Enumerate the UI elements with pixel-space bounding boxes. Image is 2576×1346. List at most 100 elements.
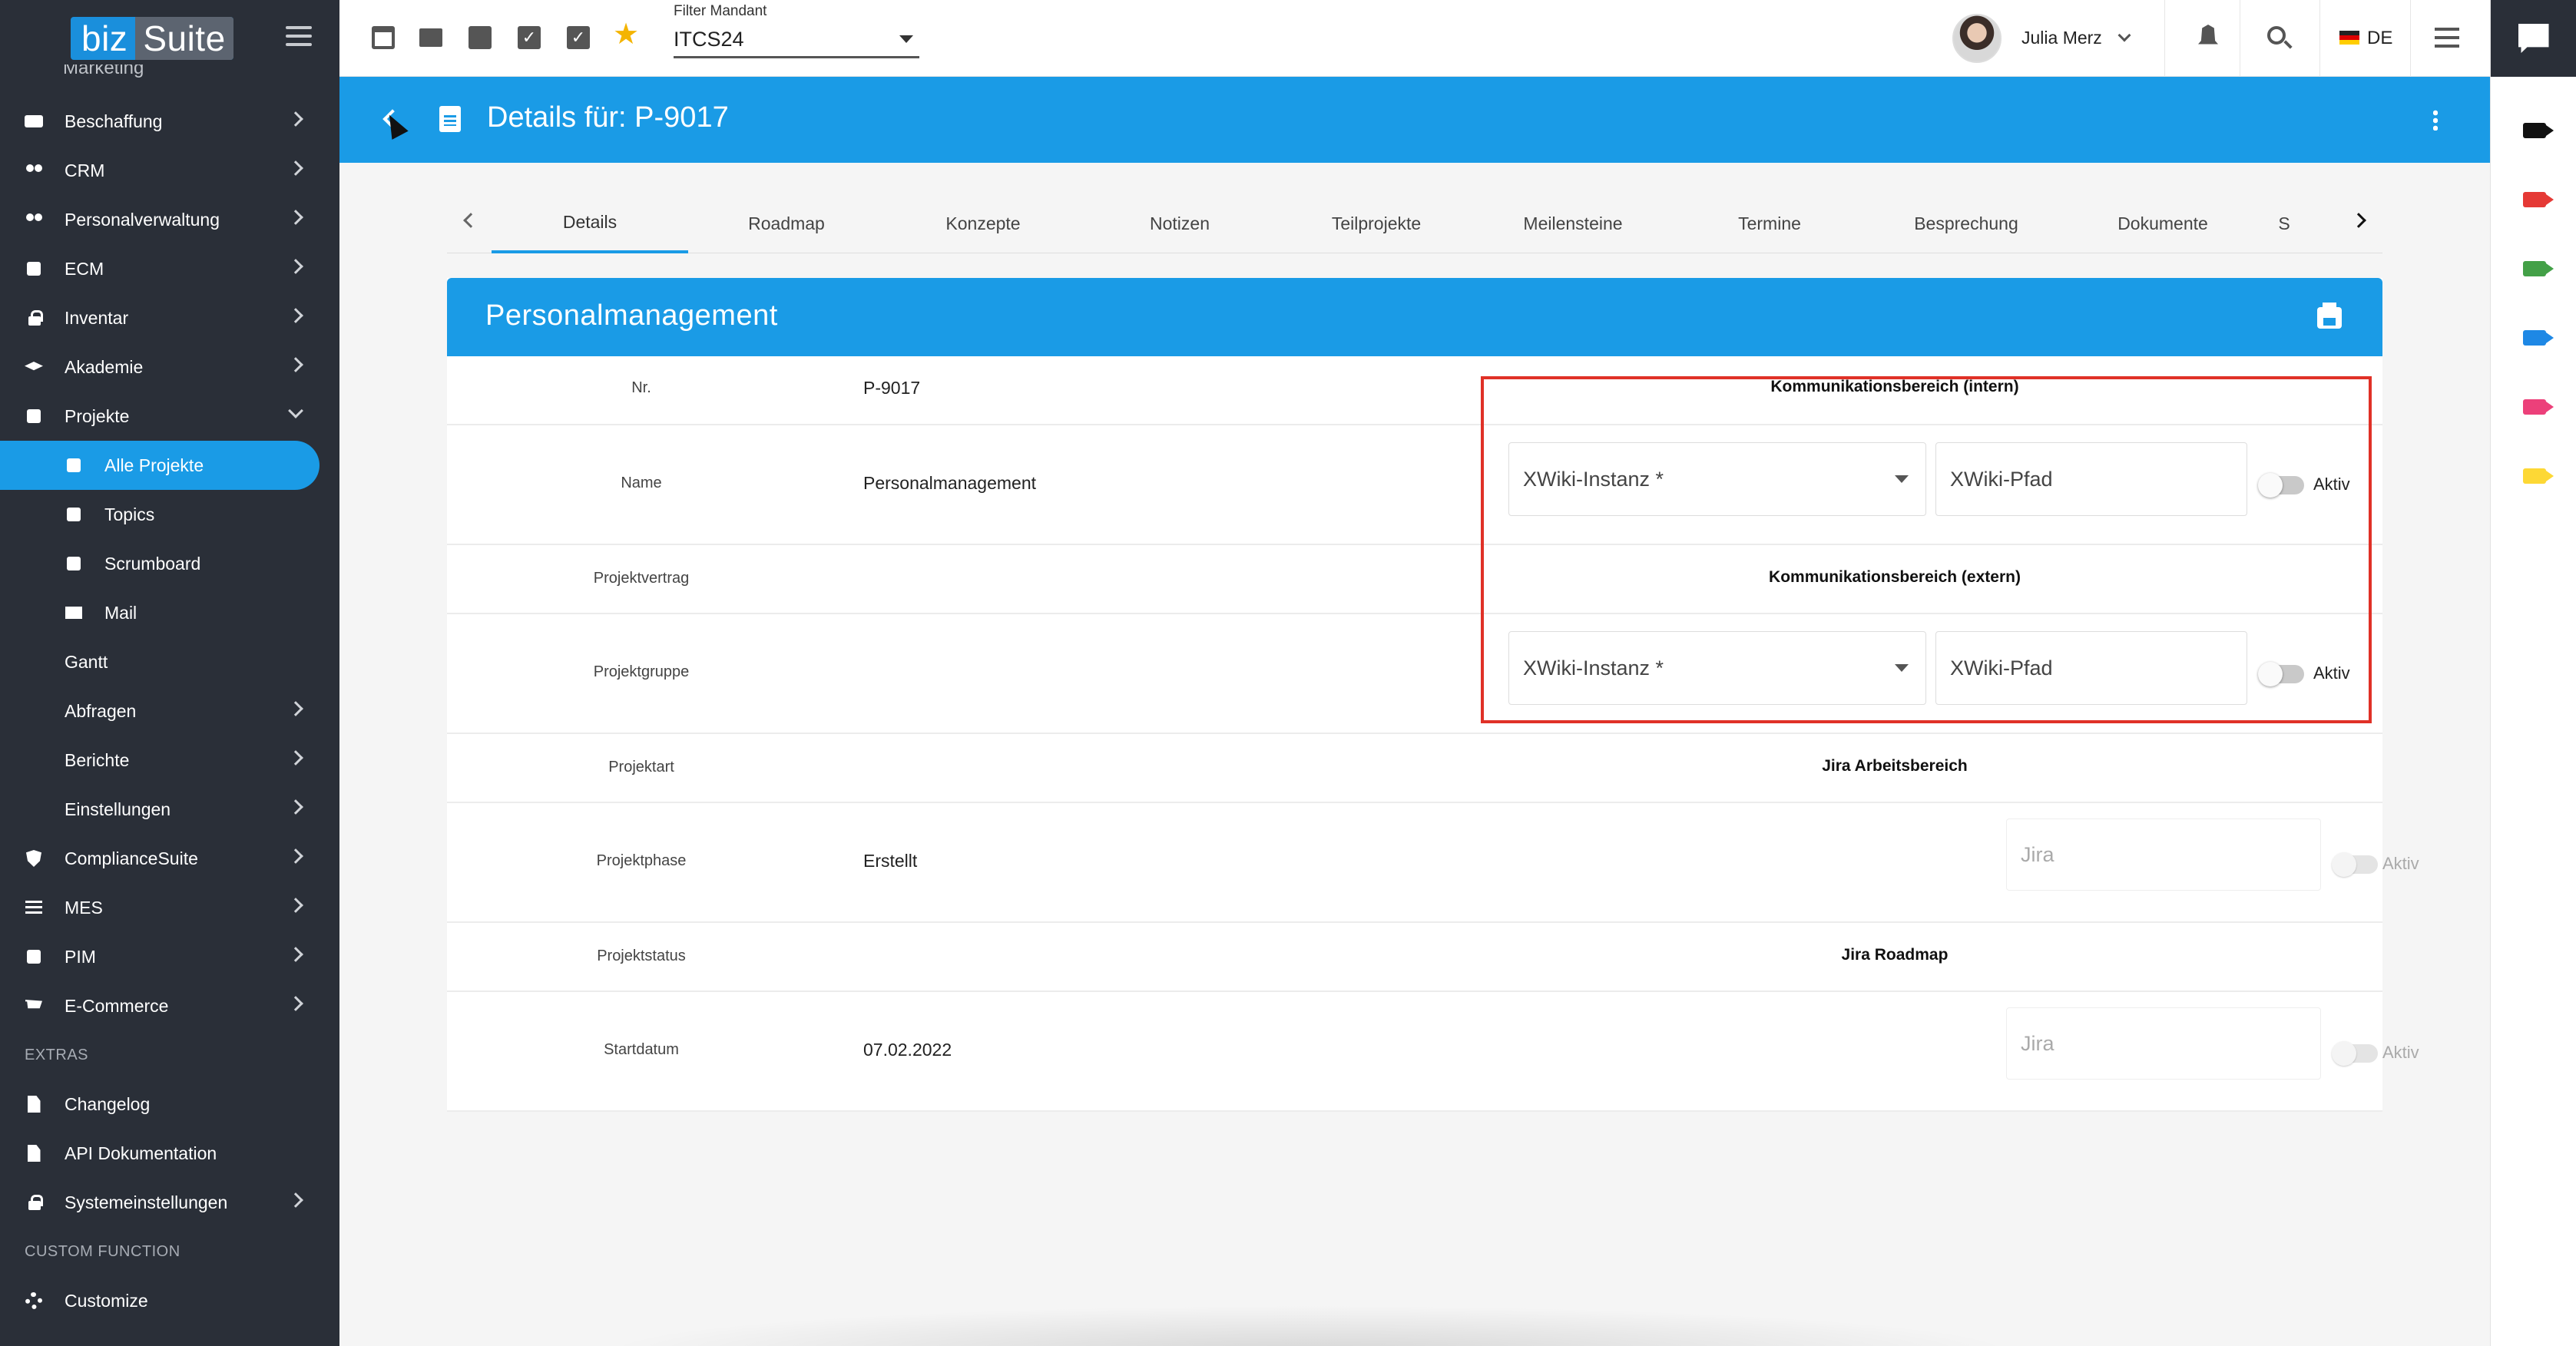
jira-roadmap-aktiv-toggle[interactable]	[2332, 1041, 2378, 1066]
sidebar-item-alle-projekte[interactable]: Alle Projekte	[0, 441, 320, 490]
mail-icon[interactable]	[419, 28, 442, 47]
sidebar-item-projekte[interactable]: Projekte	[0, 392, 339, 441]
chevron-right-icon	[288, 996, 303, 1011]
sidebar-item-label: PIM	[65, 946, 96, 967]
people-icon	[25, 210, 43, 229]
tab-teilprojekte[interactable]: Teilprojekte	[1278, 193, 1475, 253]
row-label-nr: Nr.	[631, 379, 651, 396]
sidebar-item-personalverwaltung[interactable]: Personalverwaltung	[0, 195, 339, 244]
sidebar-item-topics[interactable]: Topics	[0, 490, 339, 539]
sidebar-item-beschaffung[interactable]: Beschaffung	[0, 97, 339, 146]
favorites-star-icon[interactable]: ★	[613, 20, 639, 49]
language-selector[interactable]: DE	[2367, 28, 2392, 49]
sidebar-item-crm[interactable]: CRM	[0, 146, 339, 195]
sidebar-item-label: Systemeinstellungen	[65, 1192, 228, 1212]
sidebar-item-ecm[interactable]: ECM	[0, 244, 339, 293]
cart-icon	[25, 997, 43, 1015]
tab-notizen[interactable]: Notizen	[1081, 193, 1278, 253]
jira-placeholder: Jira	[2021, 842, 2055, 866]
pink-video-icon[interactable]	[2523, 399, 2554, 415]
user-name[interactable]: Julia Merz	[2021, 28, 2102, 48]
sidebar-item-systemeinstellungen[interactable]: Systemeinstellungen	[0, 1178, 339, 1227]
jira-workspace-input[interactable]: Jira	[2006, 819, 2321, 891]
chart-icon	[25, 407, 43, 425]
sidebar-item-api-dokumentation[interactable]: API Dokumentation	[0, 1129, 339, 1178]
red-video-icon[interactable]	[2523, 192, 2554, 207]
more-options-icon[interactable]	[2433, 109, 2438, 131]
bottom-shadow	[599, 1305, 2020, 1346]
tab-konzepte[interactable]: Konzepte	[885, 193, 1081, 253]
sidebar-item-mes[interactable]: MES	[0, 883, 339, 932]
list-menu-icon[interactable]	[2435, 28, 2459, 48]
table-icon	[25, 947, 43, 966]
sidebar-item-label: Gantt	[65, 651, 108, 672]
calendar-icon[interactable]	[372, 26, 395, 49]
sidebar-item-customize[interactable]: Customize	[0, 1276, 339, 1325]
chevron-down-icon[interactable]	[2117, 28, 2131, 42]
shield-icon	[25, 849, 43, 868]
chat-panel-toggle[interactable]	[2491, 0, 2576, 77]
app-logo[interactable]: biz Suite	[71, 17, 233, 60]
filter-mandant-select[interactable]: ITCS24	[674, 23, 919, 58]
jira-aktiv-toggle[interactable]	[2332, 852, 2378, 877]
sidebar-item-marketing[interactable]: Marketing	[63, 64, 144, 81]
sidebar-item-label: ComplianceSuite	[65, 848, 198, 868]
task-check-icon[interactable]: ✓	[518, 26, 541, 49]
chevron-right-icon	[288, 259, 303, 274]
sidebar-item-scrumboard[interactable]: Scrumboard	[0, 539, 339, 588]
blue-video-icon[interactable]	[2523, 330, 2554, 346]
chevron-right-icon	[288, 1192, 303, 1208]
sidebar-nav: Beschaffung CRM Personalverwaltung ECM I…	[0, 97, 339, 1325]
sidebar-item-e-commerce[interactable]: E-Commerce	[0, 981, 339, 1030]
tabs-scroll-left-icon[interactable]	[463, 213, 478, 228]
chart-icon	[65, 505, 83, 524]
tab-roadmap[interactable]: Roadmap	[688, 193, 885, 253]
search-icon[interactable]	[2267, 26, 2286, 45]
yellow-video-icon[interactable]	[2523, 468, 2554, 484]
hamburger-menu-icon[interactable]	[286, 26, 312, 49]
lock-icon	[25, 1193, 43, 1212]
card-title: Personalmanagement	[485, 299, 778, 332]
notification-bell-icon[interactable]	[2198, 25, 2218, 45]
tabs-scroll-right-icon[interactable]	[2351, 213, 2366, 228]
sidebar-item-pim[interactable]: PIM	[0, 932, 339, 981]
sidebar-item-inventar[interactable]: Inventar	[0, 293, 339, 342]
tab-termine[interactable]: Termine	[1671, 193, 1868, 253]
sidebar-item-label: Alle Projekte	[104, 455, 204, 475]
green-video-icon[interactable]	[2523, 261, 2554, 276]
row-label-startdatum: Startdatum	[604, 1041, 679, 1058]
sidebar-item-label: Changelog	[65, 1093, 151, 1114]
sidebar-item-berichte[interactable]: Berichte	[0, 736, 339, 785]
chevron-down-icon	[288, 403, 303, 418]
sidebar-item-mail[interactable]: Mail	[0, 588, 339, 637]
chart-icon	[65, 554, 83, 573]
print-icon[interactable]	[2317, 303, 2342, 329]
sidebar-item-akademie[interactable]: Akademie	[0, 342, 339, 392]
sidebar-item-abfragen[interactable]: Abfragen	[0, 686, 339, 736]
tab-truncated[interactable]: S	[2261, 193, 2307, 253]
sidebar-item-label: Einstellungen	[65, 799, 171, 819]
sidebar-item-gantt[interactable]: Gantt	[0, 637, 339, 686]
sidebar-item-einstellungen[interactable]: Einstellungen	[0, 785, 339, 834]
tab-details[interactable]: Details	[492, 193, 688, 253]
divider	[2164, 0, 2165, 77]
tab-besprechung[interactable]: Besprechung	[1868, 193, 2064, 253]
chevron-right-icon	[288, 160, 303, 176]
avatar[interactable]	[1952, 14, 2002, 63]
contact-icon[interactable]	[469, 26, 492, 49]
card-header: Personalmanagement	[447, 278, 2382, 356]
chevron-right-icon	[288, 898, 303, 913]
sidebar-item-changelog[interactable]: Changelog	[0, 1080, 339, 1129]
german-flag-icon[interactable]	[2339, 31, 2359, 45]
divider	[2319, 0, 2320, 77]
tab-dokumente[interactable]: Dokumente	[2064, 193, 2261, 253]
graduation-cap-icon	[25, 358, 43, 376]
black-video-icon[interactable]	[2523, 123, 2554, 138]
jira-roadmap-input[interactable]: Jira	[2006, 1007, 2321, 1080]
chat-icon	[2518, 24, 2549, 53]
table-row: Projektstatus Jira Roadmap	[447, 923, 2382, 992]
tab-meilensteine[interactable]: Meilensteine	[1475, 193, 1671, 253]
sidebar-item-compliancesuite[interactable]: ComplianceSuite	[0, 834, 339, 883]
approval-check-icon[interactable]: ✓	[567, 26, 590, 49]
sidebar-item-label: E-Commerce	[65, 995, 169, 1016]
